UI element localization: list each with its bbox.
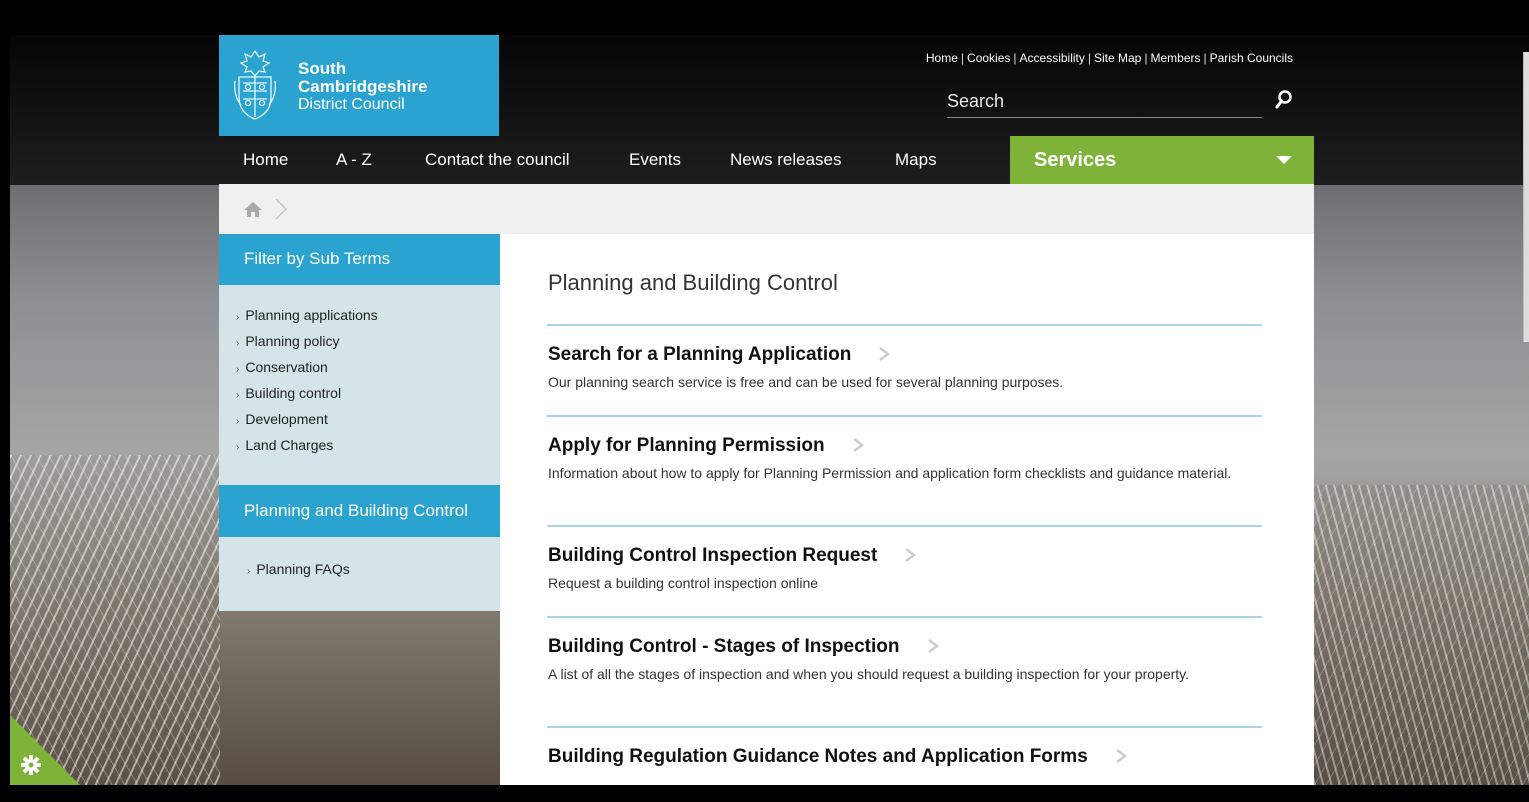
logo-text: South Cambridgeshire District Council: [298, 60, 427, 114]
caret-down-icon: [1276, 156, 1292, 164]
arrow-icon: ›: [236, 364, 240, 375]
utility-link-members[interactable]: Members: [1150, 51, 1200, 65]
entry-description: Request a building control inspection on…: [548, 575, 819, 591]
nav-contact-the-council[interactable]: Contact the council: [425, 150, 570, 170]
main-nav: Home A - Z Contact the council Events Ne…: [219, 136, 1314, 184]
sidebar-item-conservation[interactable]: › Conservation: [236, 359, 500, 385]
crest-icon: [233, 49, 277, 120]
utility-link-site-map[interactable]: Site Map: [1094, 51, 1141, 65]
sidebar-item-development[interactable]: › Development: [236, 411, 500, 437]
search-box: [947, 86, 1294, 118]
gear-icon[interactable]: [10, 715, 80, 785]
logo-line-2: Cambridgeshire: [298, 77, 428, 96]
list-item: Building Control - Stages of Inspection …: [547, 616, 1262, 726]
chevron-right-icon[interactable]: [879, 347, 891, 361]
sidebar-item-land-charges[interactable]: › Land Charges: [236, 437, 500, 463]
entry-link-guidance-notes-forms[interactable]: Building Regulation Guidance Notes and A…: [548, 746, 1088, 768]
utility-link-home[interactable]: Home: [926, 51, 958, 65]
nav-events[interactable]: Events: [629, 150, 681, 170]
sidebar-item-planning-applications[interactable]: › Planning applications: [236, 307, 500, 333]
search-icon[interactable]: [1274, 88, 1294, 112]
chevron-right-icon[interactable]: [927, 639, 939, 653]
arrow-icon: ›: [236, 442, 240, 453]
list-item: Apply for Planning Permission Informatio…: [547, 415, 1262, 525]
utility-links: Home | Cookies | Accessibility | Site Map | Memb…: [925, 51, 1293, 65]
filter-heading: Filter by Sub Terms: [219, 234, 500, 285]
section-heading[interactable]: Planning and Building Control: [219, 485, 500, 537]
main-content: Planning and Building Control Search for…: [500, 234, 1314, 785]
services-label: Services: [1034, 149, 1117, 171]
list-item: Search for a Planning Application Our pl…: [547, 324, 1262, 415]
sidebar-item-planning-policy[interactable]: › Planning policy: [236, 333, 500, 359]
breadcrumb: [219, 184, 1314, 234]
home-icon[interactable]: [243, 201, 263, 218]
utility-link-accessibility[interactable]: Accessibility: [1020, 51, 1085, 65]
nav-a-z[interactable]: A - Z: [336, 150, 372, 170]
entry-link-search-planning-application[interactable]: Search for a Planning Application: [548, 344, 851, 366]
chevron-right-icon[interactable]: [852, 438, 864, 452]
arrow-icon: ›: [247, 566, 251, 577]
entry-description: A list of all the stages of inspection a…: [548, 666, 1190, 682]
sidebar-item-building-control[interactable]: › Building control: [236, 385, 500, 411]
filter-list: › Planning applications › Planning policy …: [219, 285, 500, 485]
arrow-icon: ›: [236, 416, 240, 427]
entry-link-apply-planning-permission[interactable]: Apply for Planning Permission: [548, 435, 825, 457]
logo-line-1: South: [298, 59, 347, 78]
nav-news-releases[interactable]: News releases: [730, 150, 842, 170]
arrow-icon: ›: [236, 338, 240, 349]
entry-link-inspection-request[interactable]: Building Control Inspection Request: [548, 545, 877, 567]
sidebar-item-planning-faqs[interactable]: › Planning FAQs: [247, 561, 500, 587]
page-title: Planning and Building Control: [548, 270, 838, 295]
entry-link-stages-of-inspection[interactable]: Building Control - Stages of Inspection: [548, 636, 900, 658]
search-input[interactable]: [947, 86, 1262, 118]
list-item: Building Control Inspection Request Requ…: [547, 525, 1262, 616]
utility-link-parish-councils[interactable]: Parish Councils: [1210, 51, 1293, 65]
bottom-bar: [0, 785, 1529, 802]
entry-description: Our planning search service is free and …: [548, 374, 1064, 390]
chevron-right-icon[interactable]: [1116, 749, 1127, 763]
sidebar: Filter by Sub Terms › Planning applicatio…: [219, 234, 500, 611]
chevron-right-icon: [275, 198, 288, 220]
page-scrollbar[interactable]: [1523, 52, 1529, 342]
section-list: › Planning FAQs: [219, 537, 500, 611]
chevron-right-icon[interactable]: [905, 548, 917, 562]
entry-description: Information about how to apply for Plann…: [548, 465, 1232, 481]
list-item: Building Regulation Guidance Notes and A…: [547, 726, 1262, 785]
arrow-icon: ›: [236, 312, 240, 323]
council-logo[interactable]: South Cambridgeshire District Council: [219, 35, 499, 136]
logo-line-3: District Council: [298, 96, 405, 113]
frosted-grass-right: [1314, 485, 1529, 785]
nav-maps[interactable]: Maps: [895, 150, 937, 170]
utility-link-cookies[interactable]: Cookies: [967, 51, 1010, 65]
services-dropdown[interactable]: Services: [1010, 136, 1314, 184]
arrow-icon: ›: [236, 390, 240, 401]
nav-home[interactable]: Home: [243, 150, 288, 170]
entry-list: Search for a Planning Application Our pl…: [547, 324, 1262, 785]
